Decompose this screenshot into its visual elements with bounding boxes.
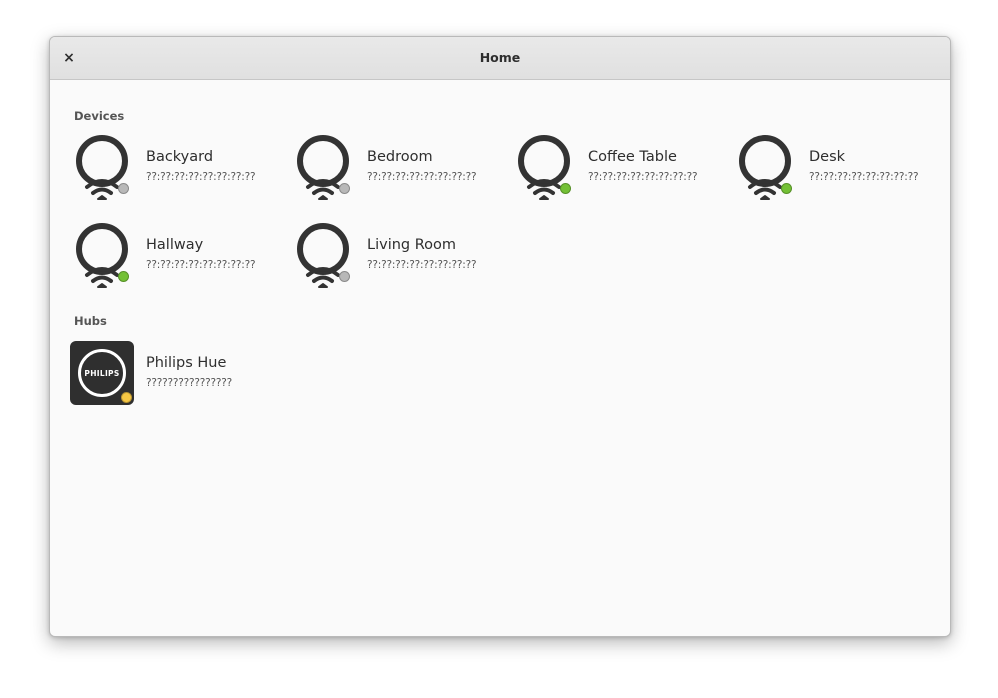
device-name: Desk [809,149,846,165]
device-tile-living-room[interactable]: Living Room ??:??:??:??:??:??:??:?? [295,223,510,293]
smart-bulb-icon [76,223,128,288]
device-address: ??:??:??:??:??:??:??:?? [809,171,919,183]
device-address: ??:??:??:??:??:??:??:?? [146,259,256,271]
device-tile-desk[interactable]: Desk ??:??:??:??:??:??:??:?? [737,135,950,205]
device-address: ??:??:??:??:??:??:??:?? [146,171,256,183]
smart-bulb-icon [297,223,349,288]
status-indicator [560,183,571,194]
hub-logo-ring: PHILIPS [78,349,126,397]
hubs-heading: Hubs [74,314,107,328]
window-title: Home [479,50,521,65]
device-tile-hallway[interactable]: Hallway ??:??:??:??:??:??:??:?? [74,223,289,293]
device-name: Hallway [146,237,204,253]
hub-name: Philips Hue [146,355,227,371]
device-address: ??:??:??:??:??:??:??:?? [588,171,698,183]
status-indicator [781,183,792,194]
app-window: × Home Devices Backyard ??:??:??:??:??:?… [49,36,951,637]
status-indicator [339,271,350,282]
hub-tile-philips-hue[interactable]: PHILIPS Philips Hue ???????????????? [70,341,285,411]
smart-bulb-icon [518,135,570,200]
status-indicator [118,271,129,282]
smart-bulb-icon [76,135,128,200]
status-indicator [339,183,350,194]
device-tile-bedroom[interactable]: Bedroom ??:??:??:??:??:??:??:?? [295,135,510,205]
device-address: ??:??:??:??:??:??:??:?? [367,171,477,183]
device-name: Living Room [367,237,457,253]
devices-heading: Devices [74,109,125,123]
status-indicator [121,392,132,403]
device-name: Backyard [146,149,214,165]
header-bar: × Home [50,37,950,80]
device-tile-backyard[interactable]: Backyard ??:??:??:??:??:??:??:?? [74,135,289,205]
smart-bulb-icon [297,135,349,200]
device-name: Bedroom [367,149,433,165]
smart-bulb-icon [739,135,791,200]
hub-id: ???????????????? [146,377,232,389]
status-indicator [118,183,129,194]
device-address: ??:??:??:??:??:??:??:?? [367,259,477,271]
device-name: Coffee Table [588,149,677,165]
hub-brand-text: PHILIPS [84,368,120,378]
device-tile-coffee-table[interactable]: Coffee Table ??:??:??:??:??:??:??:?? [516,135,731,205]
